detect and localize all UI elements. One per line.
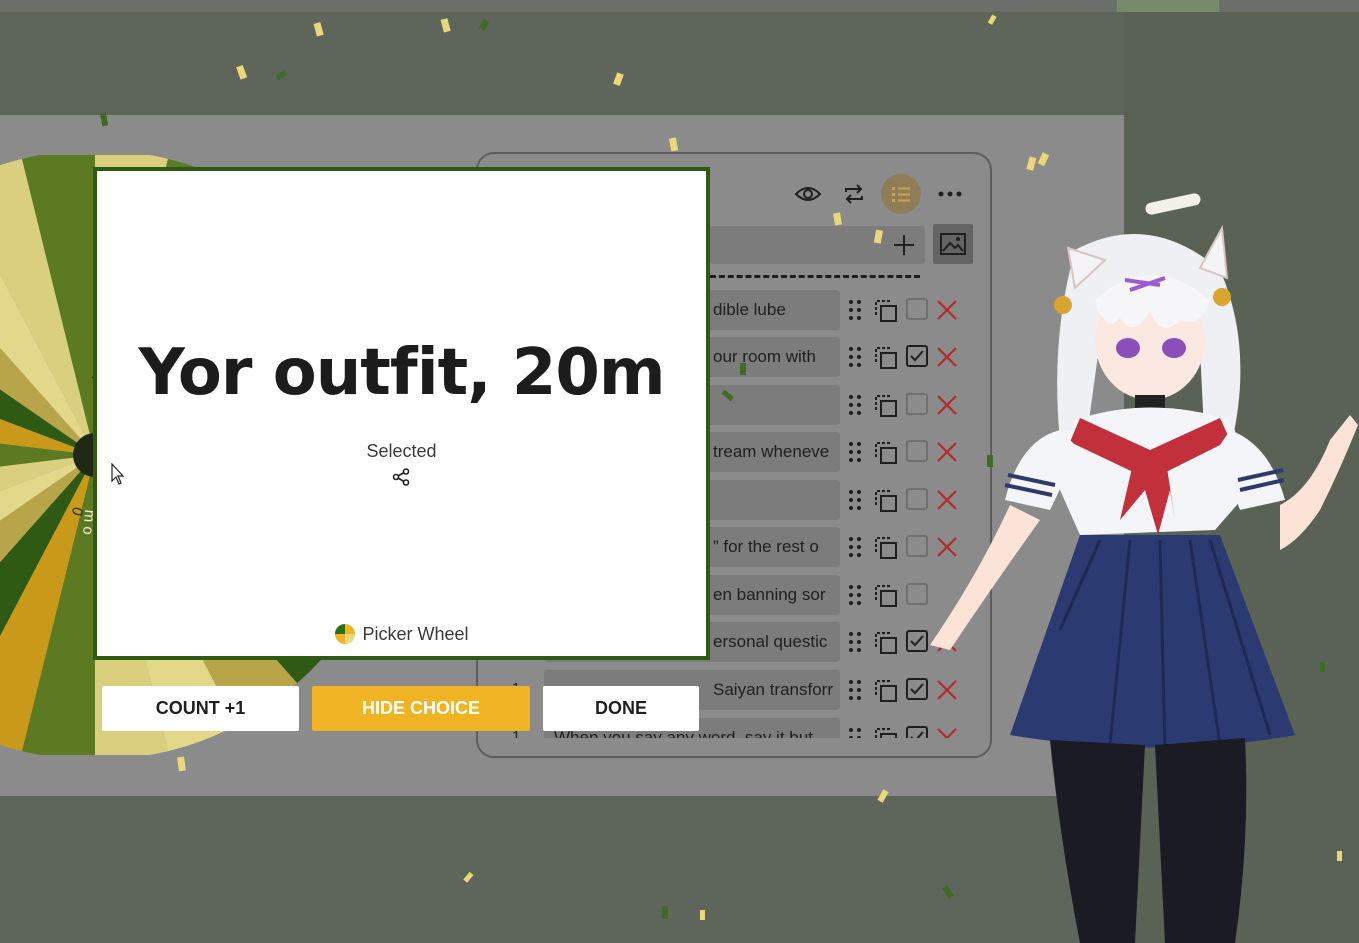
entry-text[interactable]: ” for the rest o <box>713 537 833 557</box>
drag-handle-icon[interactable] <box>848 346 862 368</box>
duplicate-icon[interactable] <box>872 582 898 608</box>
duplicate-icon[interactable] <box>872 392 898 418</box>
duplicate-icon[interactable] <box>872 487 898 513</box>
share-icon[interactable] <box>392 468 410 486</box>
duplicate-icon[interactable] <box>872 725 898 738</box>
drag-handle-icon[interactable] <box>848 584 862 606</box>
picker-wheel-logo-icon <box>335 624 356 644</box>
selected-label: Selected <box>366 441 437 461</box>
drag-handle-icon[interactable] <box>848 631 862 653</box>
top-strip <box>0 0 1359 12</box>
duplicate-icon[interactable] <box>872 629 898 655</box>
list-divider <box>710 275 920 278</box>
entry-text[interactable]: en banning sor <box>713 585 833 605</box>
result-text: Yor outfit, 20m <box>138 336 665 410</box>
duplicate-icon[interactable] <box>872 297 898 323</box>
entry-text[interactable]: Saiyan transforr <box>713 680 833 700</box>
duplicate-icon[interactable] <box>872 677 898 703</box>
brand-name: Picker Wheel <box>362 623 469 644</box>
drag-handle-icon[interactable] <box>848 536 862 558</box>
drag-handle-icon[interactable] <box>848 727 862 738</box>
drag-handle-icon[interactable] <box>848 441 862 463</box>
entry-text[interactable]: ersonal questic <box>713 632 833 652</box>
entry-text[interactable]: tream wheneve <box>713 442 833 462</box>
entry-text[interactable]: our room with <box>713 347 833 367</box>
drag-handle-icon[interactable] <box>848 489 862 511</box>
count-button[interactable]: COUNT +1 <box>102 686 299 731</box>
brand-footer: Picker Wheel <box>97 623 706 645</box>
duplicate-icon[interactable] <box>872 439 898 465</box>
mouse-cursor-icon <box>111 463 125 485</box>
drag-handle-icon[interactable] <box>848 299 862 321</box>
drag-handle-icon[interactable] <box>848 394 862 416</box>
repeat-icon[interactable] <box>834 174 874 214</box>
result-modal: Yor outfit, 20m Selected Picker Wheel <box>93 167 710 660</box>
duplicate-icon[interactable] <box>872 344 898 370</box>
eye-icon[interactable] <box>788 174 828 214</box>
entry-text[interactable]: dible lube <box>713 300 833 320</box>
top-tab <box>1117 0 1219 12</box>
done-button[interactable]: DONE <box>543 686 699 731</box>
vtuber-avatar <box>930 193 1358 943</box>
hide-choice-button[interactable]: HIDE CHOICE <box>312 686 530 731</box>
duplicate-icon[interactable] <box>872 534 898 560</box>
drag-handle-icon[interactable] <box>848 679 862 701</box>
